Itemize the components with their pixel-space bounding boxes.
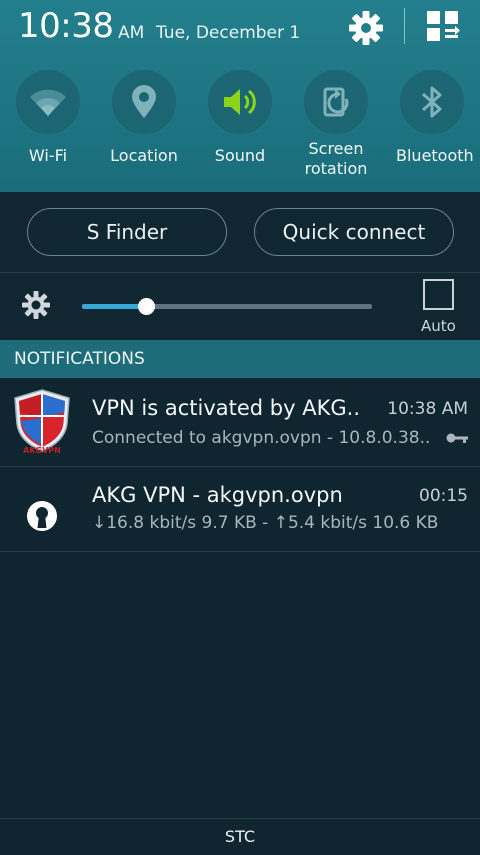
auto-brightness-label: Auto (421, 317, 456, 335)
settings-button[interactable] (346, 8, 386, 48)
s-finder-button[interactable]: S Finder (27, 208, 227, 256)
openvpn-icon (12, 477, 72, 543)
brightness-slider[interactable] (82, 298, 372, 315)
location-toggle[interactable]: Location (108, 70, 180, 180)
wifi-toggle-circle (16, 70, 80, 134)
key-icon (446, 433, 468, 443)
screen-rotation-label: Screen rotation (300, 139, 372, 179)
screen-rotation-icon (323, 87, 349, 117)
akg-vpn-status-notification[interactable]: AKG VPN - akgvpn.ovpn 00:15 ↓16.8 kbit/s… (0, 467, 480, 551)
akgvpn-logo-text: AKGVPN (23, 446, 61, 454)
divider (0, 551, 480, 552)
brightness-slider-handle[interactable] (137, 298, 155, 315)
quick-settings-panel: 10:38 AM Tue, December 1 Wi-Fi Location … (0, 0, 480, 192)
clock-ampm: AM (118, 23, 145, 43)
screen-rotation-label-line2: rotation (304, 159, 368, 178)
clock-time: 10:38 (18, 6, 114, 46)
shortcut-buttons-row: S Finder Quick connect (0, 192, 480, 272)
akgvpn-shield-icon: AKGVPN (12, 388, 72, 455)
grid-edit-icon (427, 11, 460, 41)
notification-text: Connected to akgvpn.ovpn - 10.8.0.38.. (92, 428, 431, 448)
sound-toggle[interactable]: Sound (204, 70, 276, 180)
bluetooth-toggle[interactable]: Bluetooth (396, 70, 474, 180)
status-divider (404, 8, 405, 44)
brightness-icon (20, 289, 52, 321)
location-label: Location (110, 146, 178, 165)
location-toggle-circle (112, 70, 176, 134)
gear-icon (349, 11, 383, 45)
screen-rotation-toggle-circle (304, 70, 368, 134)
sound-icon (224, 89, 256, 115)
screen-rotation-label-line1: Screen (308, 139, 364, 158)
sound-label: Sound (214, 146, 266, 165)
brightness-slider-fill (82, 304, 146, 309)
edit-quick-settings-button[interactable] (424, 8, 462, 46)
sound-toggle-circle (208, 70, 272, 134)
status-row: 10:38 AM Tue, December 1 (0, 0, 480, 60)
notification-title: VPN is activated by AKG.. (92, 396, 360, 420)
screen-rotation-toggle[interactable]: Screen rotation (300, 70, 372, 180)
wifi-icon (30, 89, 66, 116)
notification-text: ↓16.8 kbit/s 9.7 KB - ↑5.4 kbit/s 10.6 K… (92, 513, 439, 533)
vpn-activated-notification[interactable]: AKGVPN VPN is activated by AKG.. 10:38 A… (0, 378, 480, 466)
bluetooth-toggle-circle (400, 70, 464, 134)
carrier-label: STC (0, 818, 480, 854)
bluetooth-label: Bluetooth (396, 146, 474, 165)
wifi-label: Wi-Fi (28, 146, 68, 165)
bluetooth-icon (422, 86, 442, 118)
notification-time: 10:38 AM (387, 399, 468, 419)
date-label: Tue, December 1 (156, 23, 301, 43)
wifi-toggle[interactable]: Wi-Fi (12, 70, 84, 180)
notifications-header: NOTIFICATIONS (0, 340, 480, 378)
location-icon (132, 85, 156, 118)
notification-time: 00:15 (419, 486, 468, 506)
quick-connect-button[interactable]: Quick connect (254, 208, 454, 256)
notification-title: AKG VPN - akgvpn.ovpn (92, 483, 343, 507)
brightness-row: Auto (0, 273, 480, 340)
auto-brightness-checkbox[interactable] (423, 279, 454, 310)
